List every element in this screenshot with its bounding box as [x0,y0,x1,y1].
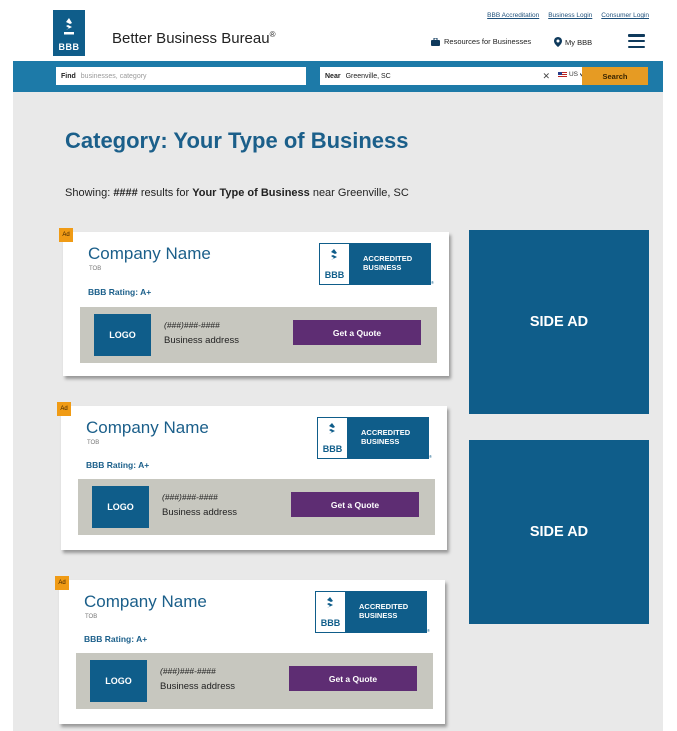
get-a-quote-button[interactable]: Get a Quote [293,320,421,345]
results-category: Your Type of Business [192,187,310,199]
bbb-rating: BBB Rating: A+ [84,634,148,644]
type-of-business: TOB [87,440,100,446]
business-line: BUSINESS [363,263,402,272]
clear-icon[interactable]: ✕ [542,71,550,82]
results-count: #### [113,187,138,199]
seal-text: BBB [322,444,343,454]
resources-label: Resources for Businesses [444,37,532,46]
brand-text: Better Business Bureau [112,30,270,47]
utility-links: BBB Accreditation Business Login Consume… [487,12,649,19]
accredited-business-badge: BBB ACCREDITED BUSINESS ® [317,417,432,459]
bbb-rating: BBB Rating: A+ [88,287,152,297]
business-login-link[interactable]: Business Login [548,12,592,19]
my-bbb-link[interactable]: My BBB [554,37,592,47]
ad-badge: Ad [55,576,69,590]
phone-number[interactable]: (###)###-#### [160,666,216,676]
registered-mark: ® [431,280,434,285]
business-address: Business address [160,681,235,692]
contact-strip: LOGO (###)###-#### Business address Get … [76,653,433,709]
business-line: BUSINESS [361,437,400,446]
menu-line [628,45,645,48]
ad-badge: Ad [59,228,73,242]
showing-prefix: Showing: [65,187,114,199]
find-input[interactable]: Find businesses, category [56,67,306,85]
torch-icon [64,18,74,35]
resources-for-businesses-link[interactable]: Resources for Businesses [431,37,531,46]
accredited-text: ACCREDITED BUSINESS [347,417,429,459]
bbb-logo[interactable]: BBB [53,10,85,56]
logo-text: BBB [58,42,80,52]
menu-line [628,34,645,37]
company-name[interactable]: Company Name [86,418,209,438]
business-line: BUSINESS [359,611,398,620]
menu-icon[interactable] [628,34,645,48]
ad-badge: Ad [57,402,71,416]
page-frame: BBB Accreditation Business Login Consume… [13,6,663,731]
get-a-quote-button[interactable]: Get a Quote [291,492,419,517]
accredited-text: ACCREDITED BUSINESS [349,243,431,285]
accredited-text: ACCREDITED BUSINESS [345,591,427,633]
company-logo: LOGO [92,486,149,528]
accredited-business-badge: BBB ACCREDITED BUSINESS ® [315,591,430,633]
phone-number[interactable]: (###)###-#### [162,492,218,502]
us-flag-icon [557,71,567,78]
search-button[interactable]: Search [582,67,648,85]
showing-mid: results for [137,187,193,199]
bbb-rating: BBB Rating: A+ [86,460,150,470]
phone-number[interactable]: (###)###-#### [164,320,220,330]
country-value: US [568,71,578,78]
business-address: Business address [162,507,237,518]
registered-mark: ® [427,628,430,633]
find-placeholder: businesses, category [80,72,147,80]
contact-strip: LOGO (###)###-#### Business address Get … [78,479,435,535]
search-bar: Find businesses, category Near Greenvill… [13,61,663,92]
bbb-accreditation-link[interactable]: BBB Accreditation [487,12,539,19]
type-of-business: TOB [89,266,102,272]
showing-location: near Greenville, SC [309,187,409,199]
consumer-login-link[interactable]: Consumer Login [601,12,649,19]
country-select[interactable]: US [557,71,585,78]
seal-text: BBB [320,618,341,628]
find-label: Find [61,72,76,80]
location-pin-icon [554,37,562,47]
seal-text: BBB [324,270,345,280]
contact-strip: LOGO (###)###-#### Business address Get … [80,307,437,363]
listing-card[interactable]: Ad Company Name TOB BBB Rating: A+ BBB A… [59,228,449,376]
near-label: Near [325,72,341,80]
listing-card[interactable]: Ad Company Name TOB BBB Rating: A+ BBB A… [55,576,445,724]
near-input[interactable]: Near Greenville, SC ✕ US [320,67,588,85]
results-summary: Showing: #### results for Your Type of B… [65,187,409,199]
bbb-seal: BBB [319,243,349,285]
type-of-business: TOB [85,614,98,620]
side-ad[interactable]: SIDE AD [469,440,649,624]
page-title: Category: Your Type of Business [65,128,409,153]
company-logo: LOGO [90,660,147,702]
company-name[interactable]: Company Name [84,592,207,612]
briefcase-icon [431,37,440,46]
torch-icon [329,423,335,434]
torch-icon [331,249,337,260]
my-bbb-label: My BBB [565,37,593,47]
bbb-seal: BBB [317,417,347,459]
menu-line [628,39,645,43]
listing-card[interactable]: Ad Company Name TOB BBB Rating: A+ BBB A… [57,402,447,550]
torch-icon [327,597,333,608]
accredited-business-badge: BBB ACCREDITED BUSINESS ® [319,243,434,285]
company-name[interactable]: Company Name [88,244,211,264]
registered-mark: ® [269,30,276,39]
business-address: Business address [164,335,239,346]
side-ad[interactable]: SIDE AD [469,230,649,414]
bbb-seal: BBB [315,591,345,633]
registered-mark: ® [429,454,432,459]
site-header: BBB Accreditation Business Login Consume… [13,6,663,61]
near-value: Greenville, SC [345,72,391,80]
get-a-quote-button[interactable]: Get a Quote [289,666,417,691]
company-logo: LOGO [94,314,151,356]
brand-name[interactable]: Better Business Bureau® [112,30,276,47]
